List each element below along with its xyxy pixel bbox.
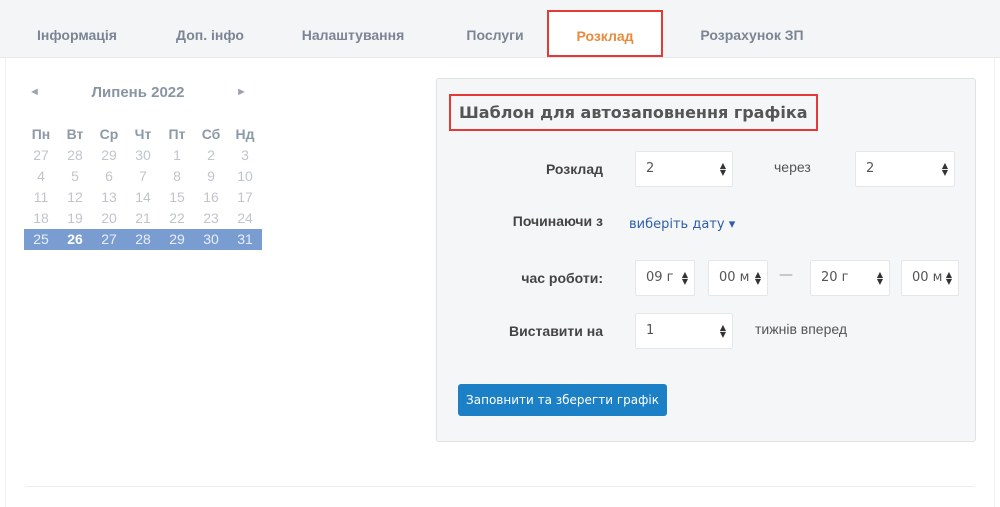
weekday-label: Нд (235, 126, 255, 142)
next-month-icon[interactable]: ► (236, 86, 247, 98)
weekday-label: Чт (134, 126, 152, 142)
calendar-day[interactable]: 15 (160, 187, 194, 208)
calendar-day[interactable]: 7 (126, 166, 160, 187)
updown-arrow-icon: ▲ ▼ (719, 322, 726, 339)
calendar-day[interactable]: 13 (92, 187, 126, 208)
calendar-day[interactable]: 22 (160, 208, 194, 229)
calendar-day[interactable]: 21 (126, 208, 160, 229)
calendar-day[interactable]: 24 (228, 208, 262, 229)
to-hour-value: 20 г (821, 270, 849, 285)
divider (25, 486, 975, 487)
weekday-label: Пт (168, 126, 186, 142)
schedule-label: Розклад (545, 161, 603, 177)
calendar-day[interactable]: 28 (58, 145, 92, 166)
calendar-day[interactable]: 4 (24, 166, 58, 187)
tab-schedule[interactable]: Розклад (547, 10, 663, 57)
week-row: 11 12 13 14 15 16 17 (24, 187, 262, 208)
to-hour-select[interactable]: 20 г ▲ ▼ (810, 260, 890, 296)
calendar-day[interactable]: 29 (160, 229, 194, 250)
schedule-value: 2 (646, 161, 655, 176)
calendar-day[interactable]: 27 (92, 229, 126, 250)
updown-arrow-icon: ▲ ▼ (681, 269, 688, 286)
tab-bar: Інформація Доп. інфо Налаштування Послуг… (0, 0, 1000, 58)
to-minute-select[interactable]: 00 м ▲ ▼ (901, 260, 959, 296)
calendar-day[interactable]: 9 (194, 166, 228, 187)
starting-label: Починаючи з (512, 213, 603, 229)
fill-and-save-button[interactable]: Заповнити та зберегти графік (458, 384, 667, 416)
calendar-grid: Пн Вт Ср Чт Пт Сб Нд 27 28 29 30 1 2 3 4… (24, 124, 264, 250)
tab-info[interactable]: Інформація (22, 0, 132, 58)
tab-settings[interactable]: Налаштування (290, 0, 416, 58)
calendar-day[interactable]: 30 (194, 229, 228, 250)
from-hour-select[interactable]: 09 г ▲ ▼ (635, 260, 695, 296)
autofill-template-panel: Шаблон для автозаповнення графіка Розкла… (436, 78, 976, 442)
week-row: 18 19 20 21 22 23 24 (24, 208, 262, 229)
week-row: 4 5 6 7 8 9 10 (24, 166, 262, 187)
from-minute-value: 00 м (719, 270, 750, 285)
weekday-label: Сб (201, 126, 221, 142)
calendar-day[interactable]: 17 (228, 187, 262, 208)
calendar-day[interactable]: 6 (92, 166, 126, 187)
updown-arrow-icon: ▲ ▼ (754, 269, 761, 286)
calendar-day[interactable]: 28 (126, 229, 160, 250)
calendar-day[interactable]: 29 (92, 145, 126, 166)
calendar-day[interactable]: 23 (194, 208, 228, 229)
week-row: 27 28 29 30 1 2 3 (24, 145, 262, 166)
calendar-day[interactable]: 14 (126, 187, 160, 208)
through-value: 2 (866, 161, 875, 176)
weekday-label: Вт (66, 126, 84, 142)
weeks-value: 1 (646, 323, 655, 338)
pick-date-link[interactable]: виберіть дату ▾ (629, 217, 735, 232)
calendar-header: ◄ Липень 2022 ► (24, 84, 264, 110)
panel-title: Шаблон для автозаповнення графіка (449, 94, 818, 131)
calendar-day[interactable]: 31 (228, 229, 262, 250)
updown-arrow-icon: ▲ ▼ (719, 160, 726, 177)
calendar-day[interactable]: 16 (194, 187, 228, 208)
calendar-day[interactable]: 20 (92, 208, 126, 229)
tab-salary[interactable]: Розрахунок ЗП (684, 0, 820, 58)
to-minute-value: 00 м (912, 270, 943, 285)
through-label: через (774, 159, 811, 175)
calendar-day-today[interactable]: 26 (58, 229, 92, 250)
weeks-ahead-label: тижнів вперед (755, 321, 848, 337)
set-for-label: Виставити на (509, 323, 603, 339)
selected-week-row: 25 26 27 28 29 30 31 (24, 229, 262, 250)
from-hour-value: 09 г (646, 270, 674, 285)
calendar-day[interactable]: 8 (160, 166, 194, 187)
calendar-day[interactable]: 1 (160, 145, 194, 166)
calendar-day[interactable]: 10 (228, 166, 262, 187)
weeks-select[interactable]: 1 ▲ ▼ (635, 313, 733, 349)
time-range-dash: — (779, 267, 793, 283)
calendar-day[interactable]: 3 (228, 145, 262, 166)
updown-arrow-icon: ▲ ▼ (876, 269, 883, 286)
calendar-day[interactable]: 25 (24, 229, 58, 250)
calendar-day[interactable]: 27 (24, 145, 58, 166)
tab-extra-info[interactable]: Доп. інфо (160, 0, 260, 58)
weekday-row: Пн Вт Ср Чт Пт Сб Нд (24, 124, 262, 145)
calendar-day[interactable]: 11 (24, 187, 58, 208)
schedule-select[interactable]: 2 ▲ ▼ (635, 151, 733, 187)
tab-services[interactable]: Послуги (450, 0, 540, 58)
from-minute-select[interactable]: 00 м ▲ ▼ (708, 260, 768, 296)
calendar-day[interactable]: 18 (24, 208, 58, 229)
calendar-day[interactable]: 5 (58, 166, 92, 187)
updown-arrow-icon: ▲ ▼ (941, 160, 948, 177)
weekday-label: Ср (99, 126, 119, 142)
updown-arrow-icon: ▲ ▼ (945, 269, 952, 286)
through-select[interactable]: 2 ▲ ▼ (855, 151, 955, 187)
calendar: ◄ Липень 2022 ► Пн Вт Ср Чт Пт Сб Нд 27 … (24, 84, 264, 250)
calendar-day[interactable]: 12 (58, 187, 92, 208)
calendar-day[interactable]: 30 (126, 145, 160, 166)
calendar-day[interactable]: 19 (58, 208, 92, 229)
work-time-label: час роботи: (521, 270, 603, 286)
weekday-label: Пн (31, 126, 51, 142)
calendar-day[interactable]: 2 (194, 145, 228, 166)
calendar-month-title: Липень 2022 (91, 84, 185, 101)
